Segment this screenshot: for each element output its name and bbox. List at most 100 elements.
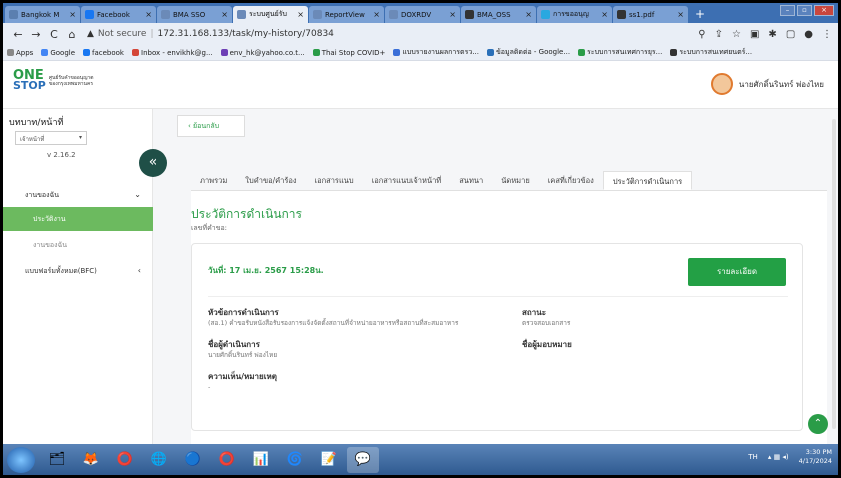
tab-1[interactable]: ใบคำขอ/คำร้อง bbox=[236, 171, 305, 190]
sidepanel-icon[interactable]: ▢ bbox=[786, 29, 795, 40]
bookmark-item[interactable]: env_hk@yahoo.co.t... bbox=[220, 48, 305, 57]
clock[interactable]: 3:30 PM 4/17/2024 bbox=[799, 448, 832, 466]
onestop-logo[interactable]: ONE STOP ศูนย์รับคำขออนุญาต ของกรุงเทพมห… bbox=[13, 69, 94, 91]
browser-tab[interactable]: ReportView × bbox=[309, 6, 384, 23]
profile-icon[interactable]: ● bbox=[804, 29, 813, 40]
taskbar-app-icon[interactable]: 🗂 bbox=[41, 447, 73, 473]
taskbar-app-icon[interactable]: 🦊 bbox=[75, 447, 107, 473]
collapse-sidebar-button[interactable]: « bbox=[139, 149, 167, 177]
bookmark-icon bbox=[220, 49, 228, 56]
browser-tab[interactable]: ระบบศูนย์รับ × bbox=[233, 6, 308, 23]
comment-value: - bbox=[208, 383, 211, 391]
star-icon[interactable]: ☆ bbox=[732, 29, 741, 40]
close-window-icon[interactable]: × bbox=[814, 5, 834, 16]
language-indicator[interactable]: TH bbox=[748, 453, 758, 461]
favicon-icon bbox=[541, 10, 550, 19]
chevron-left-icon: ‹ bbox=[137, 266, 141, 275]
favicon-icon bbox=[617, 10, 626, 19]
detail-button[interactable]: รายละเอียด bbox=[688, 258, 786, 286]
close-icon[interactable]: × bbox=[145, 10, 152, 19]
role-select[interactable]: เจ้าหน้าที่ ▾ bbox=[15, 131, 87, 145]
url-separator: | bbox=[150, 29, 154, 39]
url-field[interactable]: ▲ Not secure | 172.31.168.133/task/my-hi… bbox=[87, 29, 698, 39]
minimize-icon[interactable]: – bbox=[780, 5, 795, 16]
taskbar-app-icon[interactable]: 💬 bbox=[347, 446, 379, 473]
browser-tab[interactable]: DOXRDV × bbox=[385, 6, 460, 23]
taskbar-app-icon[interactable]: 📝 bbox=[313, 447, 345, 473]
close-icon[interactable]: × bbox=[525, 10, 532, 19]
bookmark-item[interactable]: แบบรายงานผลการตรว... bbox=[393, 47, 479, 58]
tab-5[interactable]: นัดหมาย bbox=[492, 171, 539, 190]
scroll-top-button[interactable]: ⌃ bbox=[808, 414, 828, 434]
tab-2[interactable]: เอกสารแนบ bbox=[306, 171, 363, 190]
taskbar-app-icon[interactable]: ⭕ bbox=[109, 447, 141, 473]
favicon-icon bbox=[161, 10, 170, 19]
home-icon[interactable]: ⌂ bbox=[63, 28, 81, 41]
address-bar-row: ← → C ⌂ ▲ Not secure | 172.31.168.133/ta… bbox=[3, 23, 838, 45]
back-arrow-icon[interactable]: ← bbox=[9, 28, 27, 41]
bookmark-icon bbox=[578, 49, 586, 56]
close-icon[interactable]: × bbox=[373, 10, 380, 19]
browser-tab-label: Bangkok M bbox=[21, 10, 60, 19]
bookmark-icon bbox=[7, 49, 14, 56]
bookmark-item[interactable]: Inbox - envikhk@g... bbox=[132, 49, 213, 57]
close-icon[interactable]: × bbox=[449, 10, 456, 19]
new-tab-button[interactable]: + bbox=[689, 7, 711, 23]
taskbar-app-icon[interactable]: 🌐 bbox=[143, 447, 175, 473]
sidebar-item-bfc-forms[interactable]: แบบฟอร์มทั้งหมด(BFC) ‹ bbox=[3, 259, 153, 283]
avatar[interactable] bbox=[710, 73, 733, 95]
browser-tab[interactable]: การขออนุญ × bbox=[537, 6, 612, 23]
sidebar-item-my-tasks[interactable]: งานของฉัน ⌄ bbox=[3, 183, 153, 207]
bookmark-item[interactable]: Thai Stop COVID+ bbox=[312, 49, 385, 57]
chevron-down-icon: ▾ bbox=[78, 134, 82, 141]
browser-tab[interactable]: ss1.pdf × bbox=[613, 6, 688, 23]
bookmark-item[interactable]: ข้อมูลติดต่อ - Google... bbox=[486, 47, 570, 58]
tab-7[interactable]: ประวัติการดำเนินการ bbox=[602, 171, 693, 190]
close-icon[interactable]: × bbox=[221, 10, 228, 19]
forward-arrow-icon[interactable]: → bbox=[27, 28, 45, 41]
sidebar-item-label: ประวัติงาน bbox=[33, 215, 66, 223]
tab-3[interactable]: เอกสารแนบเจ้าหน้าที่ bbox=[363, 171, 451, 190]
sidebar-item-history[interactable]: ประวัติงาน bbox=[3, 207, 153, 231]
browser-tab[interactable]: BMA_OSS × bbox=[461, 6, 536, 23]
reload-icon[interactable]: C bbox=[45, 28, 63, 41]
browser-tab[interactable]: Facebook × bbox=[81, 6, 156, 23]
sidebar-item-my-tasks-sub[interactable]: งานของฉัน bbox=[3, 233, 153, 257]
close-icon[interactable]: × bbox=[297, 10, 304, 19]
user-menu[interactable]: นายศักดิ์นรินทร์ พ่องไหย bbox=[710, 73, 824, 95]
bookmark-item[interactable]: ระบบการสนเทศการยุร... bbox=[578, 47, 662, 58]
tab-0[interactable]: ภาพรวม bbox=[191, 171, 236, 190]
bookmark-label: facebook bbox=[92, 48, 124, 57]
close-icon[interactable]: × bbox=[677, 10, 684, 19]
bookmark-item[interactable]: Apps bbox=[7, 49, 33, 57]
close-icon[interactable]: × bbox=[69, 10, 76, 19]
network-icon[interactable]: ▴ ▦ ◂) bbox=[768, 453, 789, 461]
taskbar-app-icon[interactable]: 📊 bbox=[245, 447, 277, 473]
tab-4[interactable]: สนทนา bbox=[450, 171, 492, 190]
back-button[interactable]: ‹ ย้อนกลับ bbox=[177, 115, 245, 137]
extension-icon[interactable]: ▣ bbox=[750, 29, 759, 40]
maximize-icon[interactable]: ▫ bbox=[797, 5, 812, 16]
start-button[interactable] bbox=[7, 446, 35, 473]
bookmark-item[interactable]: Google bbox=[41, 49, 75, 57]
puzzle-icon[interactable]: ✱ bbox=[768, 29, 776, 40]
taskbar-app-icon[interactable]: ⭕ bbox=[211, 447, 243, 473]
bookmark-label: env_hk@yahoo.co.t... bbox=[229, 48, 305, 57]
taskbar-app-icon[interactable]: 🌀 bbox=[279, 447, 311, 473]
clock-date: 4/17/2024 bbox=[798, 457, 832, 465]
browser-tab[interactable]: Bangkok M × bbox=[5, 6, 80, 23]
bookmark-item[interactable]: facebook bbox=[83, 49, 124, 57]
detail-tabs: ภาพรวม ใบคำขอ/คำร้อง เอกสารแนบ เอกสารแนบเจ้… bbox=[191, 171, 827, 191]
close-icon[interactable]: × bbox=[601, 10, 608, 19]
taskbar-app-icon[interactable]: 🔵 bbox=[177, 447, 209, 473]
bookmark-label: Google bbox=[50, 48, 76, 57]
search-icon[interactable]: ⚲ bbox=[698, 29, 705, 40]
page-scrollbar[interactable] bbox=[832, 119, 836, 429]
share-icon[interactable]: ⇪ bbox=[715, 29, 723, 40]
browser-tab[interactable]: BMA SSO × bbox=[157, 6, 232, 23]
bookmark-item[interactable]: ระบบการสนเทศยนตร์... bbox=[670, 47, 752, 58]
tab-6[interactable]: เคสที่เกี่ยวข้อง bbox=[539, 171, 603, 190]
clock-time: 3:30 PM bbox=[805, 448, 832, 456]
favicon-icon bbox=[237, 10, 246, 19]
menu-icon[interactable]: ⋮ bbox=[822, 29, 832, 40]
